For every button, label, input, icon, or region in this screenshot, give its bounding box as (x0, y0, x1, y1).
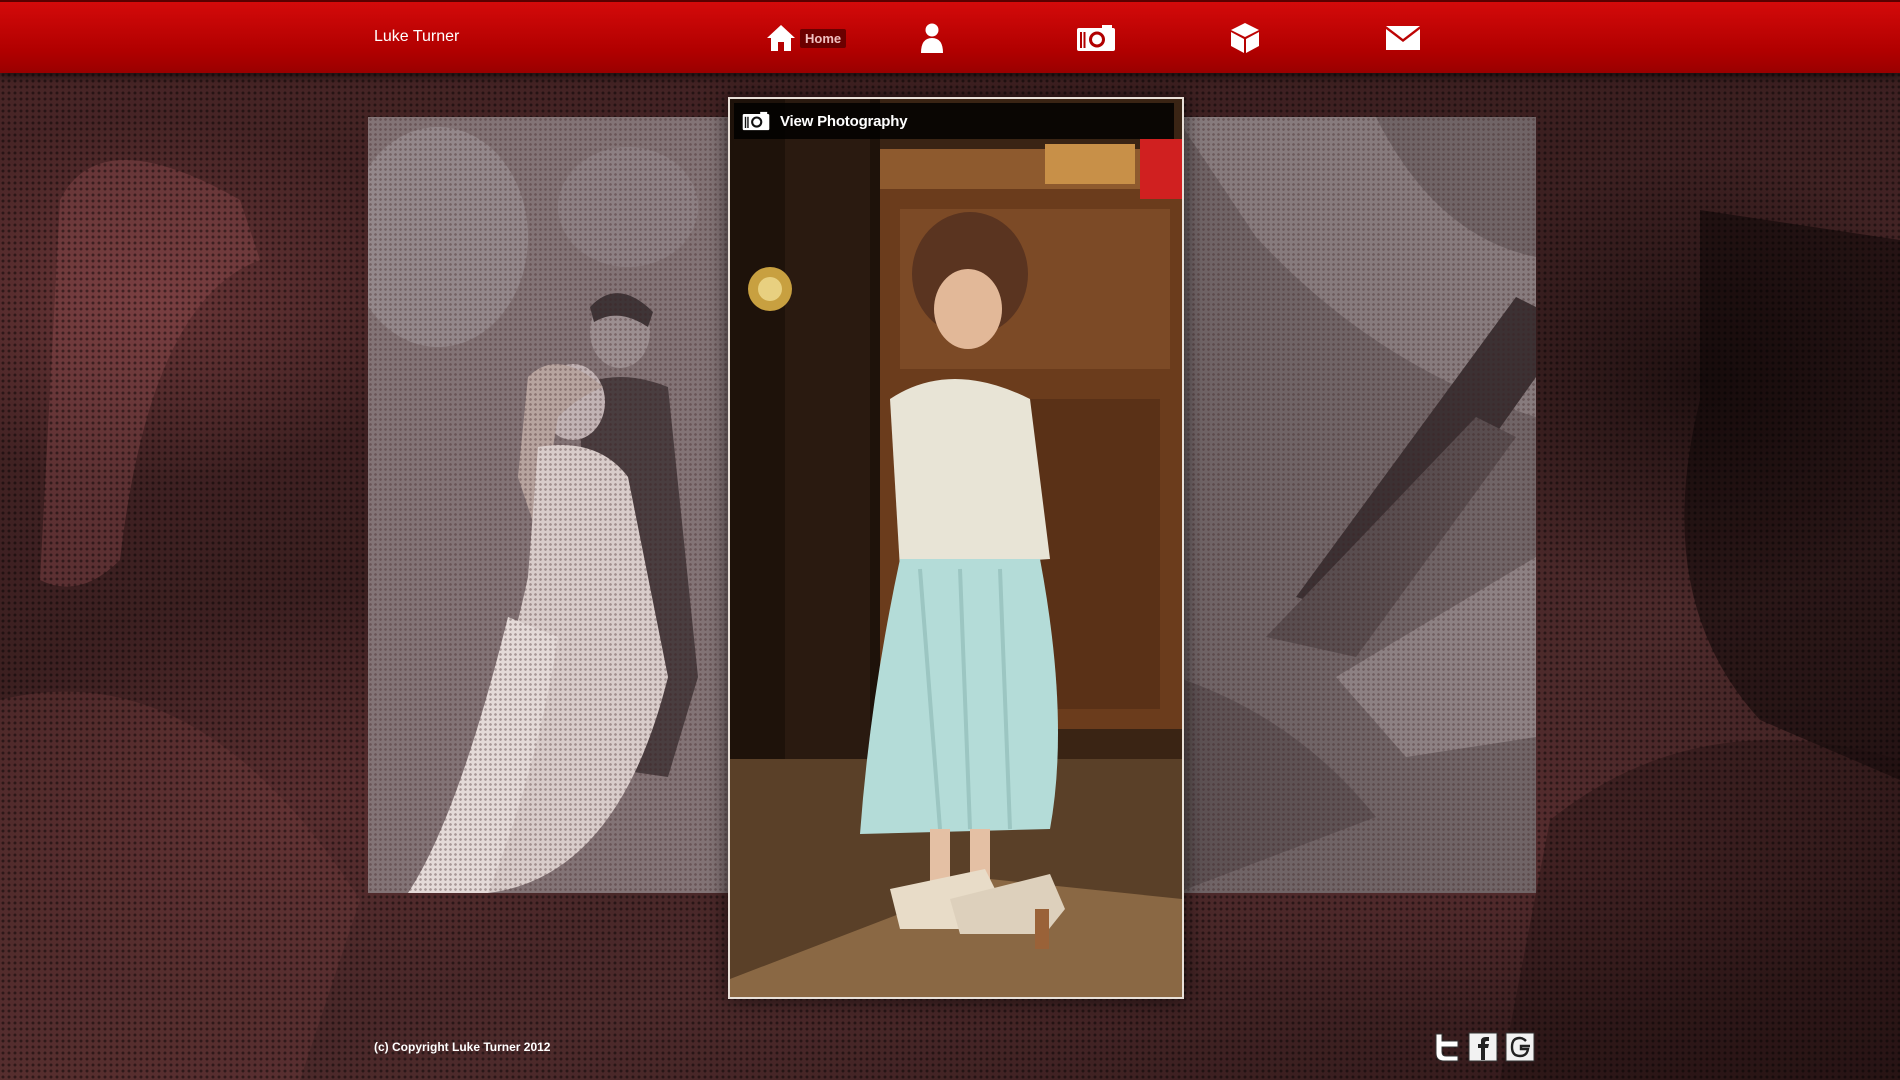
nav-about[interactable] (918, 18, 946, 58)
gallery-left-panel[interactable] (368, 117, 728, 893)
google-icon (1505, 1032, 1535, 1062)
view-photography-link[interactable]: View Photography (734, 103, 1174, 139)
nav-contact[interactable] (1385, 18, 1421, 58)
gallery-right-panel[interactable] (1176, 117, 1536, 893)
featured-photo-card[interactable]: View Photography (728, 97, 1184, 999)
twitter-link[interactable] (1432, 1032, 1462, 1062)
nav-home[interactable]: Home (766, 18, 847, 58)
mail-icon (1386, 26, 1420, 50)
girl-photo (730, 99, 1182, 997)
facebook-link[interactable] (1468, 1032, 1498, 1062)
box-icon (1231, 23, 1259, 53)
view-photography-label: View Photography (780, 112, 908, 130)
nav-photography[interactable] (1076, 18, 1116, 58)
twitter-icon (1435, 1033, 1459, 1062)
google-link[interactable] (1505, 1032, 1535, 1062)
nav-home-label: Home (800, 28, 847, 48)
couple-photo (368, 117, 728, 893)
site-brand[interactable]: Luke Turner (374, 28, 459, 46)
copyright-text: (c) Copyright Luke Turner 2012 (374, 1040, 551, 1054)
facebook-icon (1468, 1032, 1498, 1062)
home-icon (767, 25, 795, 51)
camera-icon (742, 111, 770, 131)
camera-icon (1077, 25, 1115, 51)
nav-design[interactable] (1230, 18, 1260, 58)
abstract-photo (1176, 117, 1536, 893)
person-icon (921, 23, 943, 53)
top-navbar: Luke Turner Home (0, 0, 1900, 73)
